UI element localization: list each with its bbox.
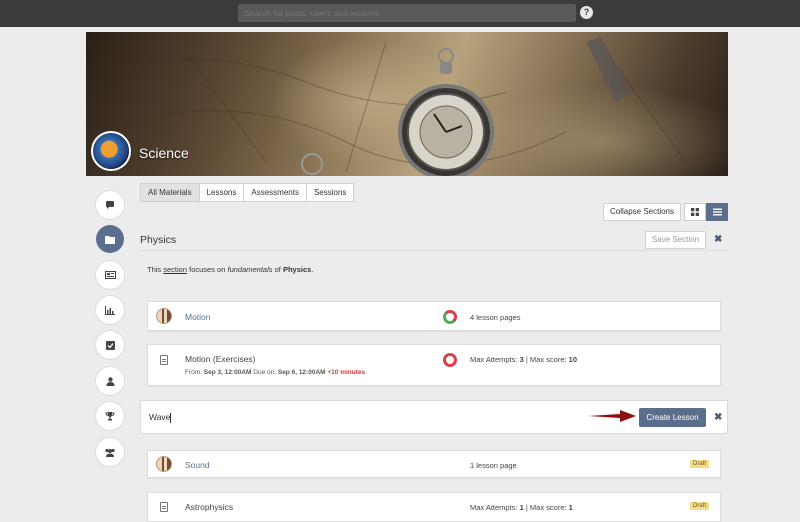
section-divider (140, 250, 728, 251)
collapse-sections-button[interactable]: Collapse Sections (603, 203, 681, 221)
list-item[interactable]: Motion 4 lesson pages (147, 301, 721, 331)
comment-icon (106, 201, 114, 209)
progress-ring-icon (443, 310, 457, 324)
section-description: This section focuses on fundamentals of … (147, 265, 314, 274)
grid-view-button[interactable] (684, 203, 706, 221)
trophy-icon (105, 411, 115, 420)
assessment-meta: Max Attempts: 3 | Max score: 10 (470, 355, 578, 364)
save-section-button[interactable]: Save Section (645, 231, 706, 249)
assessment-name[interactable]: Motion (Exercises) (185, 354, 255, 364)
list-item[interactable]: Motion (Exercises) From: Sep 3, 12:00AM … (147, 344, 721, 386)
list-icon (712, 208, 722, 216)
draft-badge: Draft (689, 502, 709, 510)
grid-icon (691, 208, 699, 216)
question-circle-icon[interactable]: ? (580, 6, 593, 19)
top-bar: ? (0, 0, 800, 27)
user-icon (106, 376, 114, 386)
sidebar-item-statistics[interactable] (96, 296, 124, 324)
sidebar-item-users[interactable] (96, 367, 124, 395)
folder-icon (105, 235, 115, 244)
assessment-meta: Max Attempts: 1 | Max score: 1 (470, 503, 573, 512)
sidebar-item-leaderboard[interactable] (96, 402, 124, 430)
section-title[interactable]: Physics (140, 234, 176, 246)
sidebar-item-announcements[interactable] (96, 261, 124, 289)
lesson-thumbnail (156, 308, 172, 324)
course-title: Science (139, 145, 189, 161)
lesson-name-input[interactable]: Wave (149, 412, 172, 423)
tab-sessions[interactable]: Sessions (305, 183, 355, 202)
sidebar-item-groups[interactable] (96, 438, 124, 466)
tab-lessons[interactable]: Lessons (198, 183, 245, 202)
search-input[interactable] (238, 4, 576, 22)
lesson-name[interactable]: Sound (185, 460, 210, 470)
lesson-thumbnail (156, 456, 172, 472)
material-tabs: All Materials Lessons Assessments Sessio… (140, 183, 355, 202)
course-banner: Science (86, 32, 728, 176)
assessment-name[interactable]: Astrophysics (185, 502, 233, 512)
assessment-dates: From: Sep 3, 12:00AM Due on: Sep 6, 12:0… (185, 369, 366, 376)
sidebar-item-materials[interactable] (96, 225, 124, 253)
tab-all-materials[interactable]: All Materials (140, 183, 200, 202)
document-icon (160, 355, 168, 365)
lesson-meta: 1 lesson page (470, 461, 517, 470)
course-logo (91, 131, 131, 171)
newspaper-icon (104, 271, 116, 279)
bar-chart-icon (105, 305, 115, 315)
draft-badge: Draft (689, 460, 709, 468)
list-view-button[interactable] (706, 203, 728, 221)
checkbox-icon (105, 340, 115, 350)
cancel-icon[interactable]: ✖ (714, 412, 722, 423)
sidebar-item-chat[interactable] (96, 191, 124, 219)
list-item[interactable]: Astrophysics Max Attempts: 1 | Max score… (147, 492, 721, 522)
close-icon[interactable]: ✖ (714, 234, 722, 245)
document-icon (160, 502, 168, 512)
lesson-name[interactable]: Motion (185, 312, 211, 322)
sidebar-item-assessments[interactable] (96, 331, 124, 359)
lesson-meta: 4 lesson pages (470, 313, 521, 322)
section-link[interactable]: section (163, 265, 187, 274)
new-lesson-row: Wave Create Lesson ✖ (140, 400, 728, 434)
tab-assessments[interactable]: Assessments (243, 183, 307, 202)
progress-ring-icon (443, 353, 457, 367)
arrow-annotation-icon (588, 410, 636, 422)
users-icon (105, 448, 115, 457)
list-item[interactable]: Sound 1 lesson page Draft (147, 450, 721, 478)
create-lesson-button[interactable]: Create Lesson (639, 408, 706, 427)
